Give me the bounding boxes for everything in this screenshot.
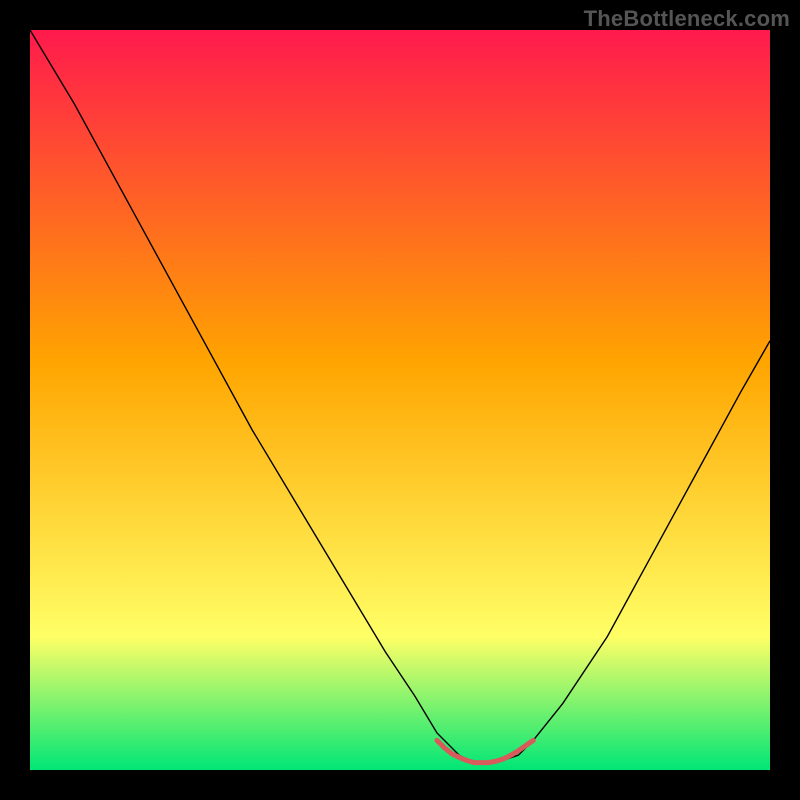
chart-plot-area (30, 30, 770, 770)
chart-svg (30, 30, 770, 770)
watermark-text: TheBottleneck.com (584, 6, 790, 32)
chart-frame: TheBottleneck.com (0, 0, 800, 800)
gradient-background (30, 30, 770, 770)
